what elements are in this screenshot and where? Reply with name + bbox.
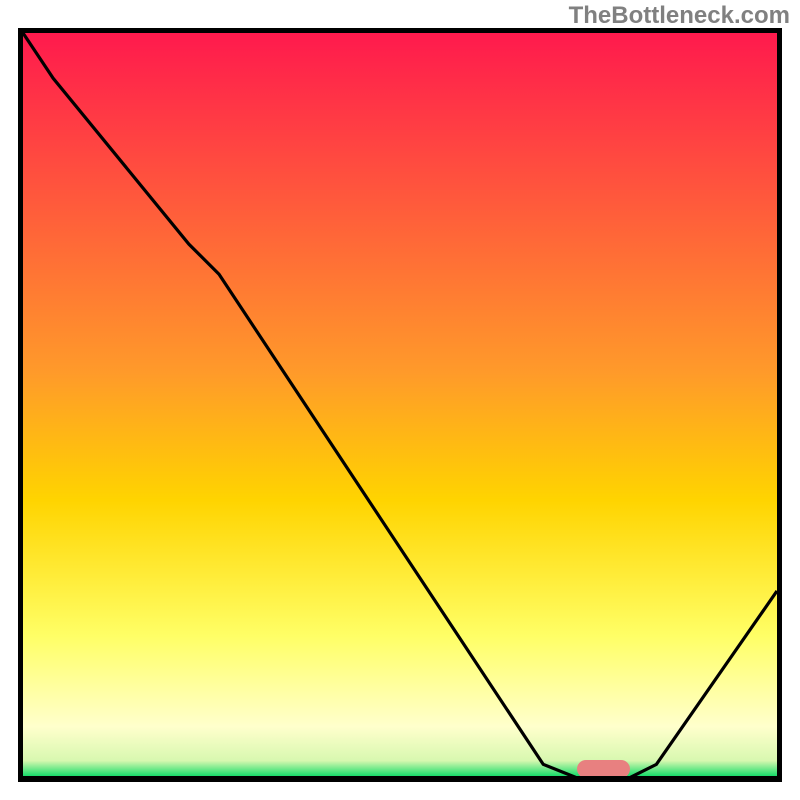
bottleneck-curve [23,33,777,782]
chart-frame [18,28,782,782]
attribution-text: TheBottleneck.com [569,2,790,30]
